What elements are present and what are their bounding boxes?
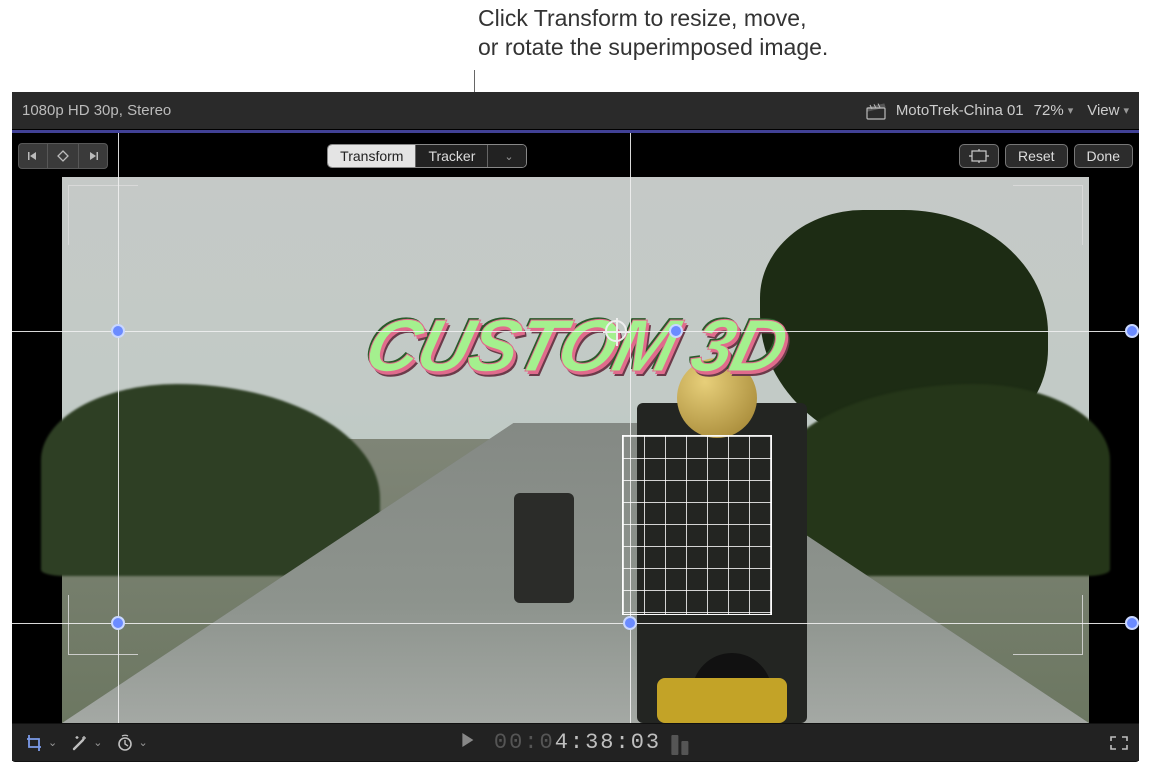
zoom-dropdown[interactable]: 72% ▾ — [1034, 102, 1074, 119]
viewer-overlay-toolbar: Transform Tracker ⌄ Reset Done — [18, 143, 1133, 169]
done-button[interactable]: Done — [1074, 144, 1133, 168]
annotation-line-2: or rotate the superimposed image. — [478, 33, 828, 62]
format-label: 1080p HD 30p, Stereo — [22, 102, 171, 119]
transform-guide — [12, 331, 1139, 332]
video-rider — [514, 493, 574, 603]
transform-guide — [12, 623, 1139, 624]
view-dropdown[interactable]: View ▾ — [1087, 102, 1129, 119]
tracker-segment[interactable]: Tracker — [415, 145, 487, 167]
chevron-down-icon: ▾ — [1068, 104, 1074, 117]
enhance-tool-menu[interactable]: ⌄ — [67, 732, 106, 754]
timecode-lit: 4:38:03 — [555, 730, 661, 755]
timecode-display[interactable]: 00:04:38:03 — [494, 730, 661, 755]
anchor-point-icon[interactable] — [605, 320, 627, 342]
transform-handle[interactable] — [111, 616, 125, 630]
annotation-line-1: Click Transform to resize, move, — [478, 4, 828, 33]
safe-zone-corner — [1013, 185, 1083, 245]
mode-segmented-control: Transform Tracker ⌄ — [327, 144, 526, 168]
reset-button-label: Reset — [1018, 148, 1055, 164]
safe-zone-corner — [1013, 595, 1083, 655]
crop-tool-menu[interactable]: ⌄ — [22, 732, 61, 754]
transform-handle[interactable] — [1125, 324, 1139, 338]
overscan-toggle-button[interactable] — [959, 144, 999, 168]
view-label: View — [1087, 102, 1119, 119]
clapper-icon[interactable] — [866, 102, 886, 120]
transform-handle[interactable] — [1125, 616, 1139, 630]
audio-meter-icon — [671, 731, 691, 755]
chevron-down-icon: ⌄ — [93, 736, 102, 749]
transform-guide — [630, 133, 631, 723]
done-button-label: Done — [1087, 148, 1120, 164]
play-icon[interactable] — [460, 732, 474, 753]
keyframe-next-button[interactable] — [78, 143, 108, 169]
keyframe-add-button[interactable] — [48, 143, 78, 169]
safe-zone-corner — [68, 595, 138, 655]
video-wheel — [692, 653, 772, 723]
viewer-bottom-toolbar: ⌄ ⌄ ⌄ 00:04:38:03 — [12, 723, 1139, 761]
transform-segment-label: Transform — [340, 148, 403, 164]
keyframe-nav — [18, 143, 108, 169]
transform-handle[interactable] — [669, 324, 683, 338]
chevron-down-icon: ⌄ — [504, 150, 513, 163]
retime-tool-menu[interactable]: ⌄ — [112, 732, 151, 754]
tracker-segment-label: Tracker — [428, 148, 475, 164]
superimposed-title[interactable]: CUSTOM 3D — [357, 303, 795, 388]
viewer-info-bar: 1080p HD 30p, Stereo MotoTrek-China 01 7… — [12, 92, 1139, 130]
video-frame — [62, 177, 1089, 723]
safe-zone-corner — [68, 185, 138, 245]
timecode-dim: 00:0 — [494, 730, 555, 755]
chevron-down-icon: ⌄ — [48, 736, 57, 749]
transform-handle[interactable] — [623, 616, 637, 630]
transform-guide — [118, 133, 119, 723]
reset-button[interactable]: Reset — [1005, 144, 1068, 168]
annotation-callout: Click Transform to resize, move, or rota… — [478, 4, 828, 62]
chevron-down-icon: ⌄ — [138, 736, 147, 749]
fullscreen-button[interactable] — [1109, 735, 1129, 751]
zoom-value: 72% — [1034, 102, 1064, 119]
clip-name: MotoTrek-China 01 — [896, 102, 1024, 119]
keyframe-prev-button[interactable] — [18, 143, 48, 169]
transform-handle[interactable] — [111, 324, 125, 338]
tracker-options-segment[interactable]: ⌄ — [487, 145, 525, 167]
chevron-down-icon: ▾ — [1123, 104, 1129, 117]
viewer-panel: 1080p HD 30p, Stereo MotoTrek-China 01 7… — [12, 92, 1139, 762]
transport-display: 00:04:38:03 — [460, 730, 691, 755]
tracker-region[interactable] — [622, 435, 772, 615]
viewer-canvas[interactable]: Transform Tracker ⌄ Reset Done — [12, 133, 1139, 723]
transform-segment[interactable]: Transform — [328, 145, 415, 167]
